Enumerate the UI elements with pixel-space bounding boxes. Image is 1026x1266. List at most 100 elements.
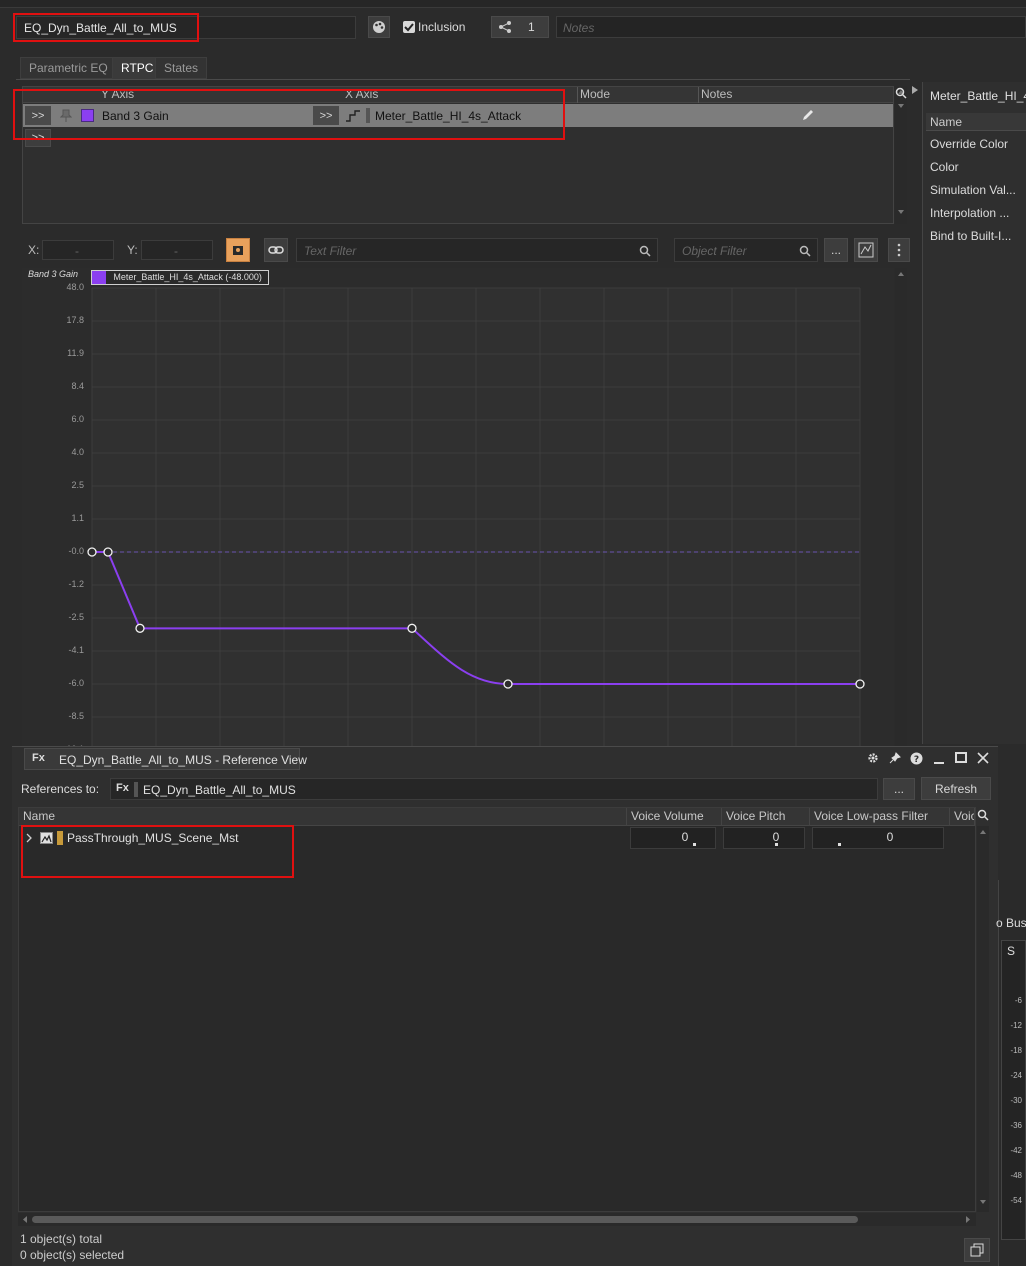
- y-axis-color-swatch: [81, 109, 94, 122]
- share-button[interactable]: 1: [491, 16, 549, 38]
- y-coord-field[interactable]: -: [141, 240, 213, 260]
- prop-override-color[interactable]: Override Color: [930, 137, 1020, 151]
- object-name-field[interactable]: EQ_Dyn_Battle_All_to_MUS: [16, 16, 356, 39]
- curve-point[interactable]: [407, 623, 417, 633]
- link-button[interactable]: [264, 238, 288, 262]
- status-selected: 0 object(s) selected: [20, 1248, 125, 1262]
- voice-volume-value: 0: [681, 830, 689, 844]
- voice-lowpass-slider[interactable]: 0: [812, 827, 944, 849]
- properties-title: Meter_Battle_HI_4s: [930, 89, 1026, 103]
- text-filter-input[interactable]: Text Filter: [296, 238, 658, 262]
- expand-chevron-icon[interactable]: [25, 833, 33, 843]
- notes-field[interactable]: Notes: [556, 16, 1026, 38]
- copy-button[interactable]: [964, 1238, 990, 1262]
- col-voice-truncated[interactable]: Voic: [950, 808, 975, 826]
- y-axis-expand-button[interactable]: >>: [25, 106, 51, 125]
- col-voice-lowpass[interactable]: Voice Low-pass Filter: [810, 808, 950, 826]
- palette-icon: [373, 21, 385, 33]
- refresh-button[interactable]: Refresh: [921, 777, 991, 800]
- col-voice-volume[interactable]: Voice Volume: [627, 808, 722, 826]
- voice-lowpass-knob[interactable]: [838, 843, 841, 846]
- voice-volume-slider[interactable]: 0: [630, 827, 716, 849]
- graph-scrollbar[interactable]: [895, 268, 907, 746]
- maximize-icon[interactable]: [955, 752, 967, 763]
- reference-vscroll[interactable]: [977, 826, 989, 1212]
- x-coord-field[interactable]: -: [42, 240, 114, 260]
- object-filter-more-button[interactable]: ...: [824, 238, 848, 262]
- top-strip: [0, 0, 1026, 8]
- text-filter-search-icon: [639, 245, 651, 257]
- status-total: 1 object(s) total: [20, 1232, 103, 1246]
- curve-point[interactable]: [135, 623, 145, 633]
- col-name[interactable]: Name: [19, 808, 627, 826]
- link-icon: [268, 246, 284, 254]
- references-browse-button[interactable]: ...: [883, 778, 915, 800]
- prop-simulation-value[interactable]: Simulation Val...: [930, 183, 1020, 197]
- fx-icon: Fx: [32, 752, 45, 764]
- rtpc-scrollbar[interactable]: [895, 86, 907, 224]
- more-vertical-icon: [897, 243, 901, 257]
- graph-view-icon: [858, 242, 874, 258]
- meter-tick-label: -24: [1010, 1071, 1022, 1080]
- graph-view-button[interactable]: [854, 238, 878, 262]
- voice-pitch-value: 0: [772, 830, 780, 844]
- meter-tick-label: -18: [1010, 1046, 1022, 1055]
- minimize-icon[interactable]: [934, 762, 944, 764]
- reference-view-tab[interactable]: Fx EQ_Dyn_Battle_All_to_MUS - Reference …: [24, 748, 307, 770]
- close-icon[interactable]: [977, 752, 989, 764]
- edit-pencil-icon[interactable]: [801, 108, 815, 122]
- meter-channel-label: S: [1007, 944, 1016, 958]
- tab-underline: [16, 79, 910, 80]
- share-count: 1: [528, 20, 535, 34]
- meter-tick-label: -6: [1014, 996, 1022, 1005]
- expand-right-arrow-icon[interactable]: [910, 85, 920, 95]
- hscroll-thumb[interactable]: [32, 1216, 858, 1223]
- copy-icon: [970, 1243, 984, 1257]
- rtpc-table: Y Axis X Axis Mode Notes >> Band 3 Gain …: [22, 86, 894, 224]
- voice-pitch-slider[interactable]: 0: [723, 827, 805, 849]
- bus-icon: [40, 832, 53, 844]
- meter-box: [1001, 940, 1026, 1240]
- graph-area[interactable]: Band 3 Gain Meter_Battle_HI_4s_Attack (-…: [22, 268, 894, 754]
- tab-states[interactable]: States: [155, 57, 208, 79]
- voice-lowpass-value: 0: [886, 830, 894, 844]
- snap-button[interactable]: [226, 238, 250, 262]
- tab-parametric-eq[interactable]: Parametric EQ: [20, 57, 117, 79]
- prop-bind-to-built-in[interactable]: Bind to Built-I...: [930, 229, 1020, 243]
- rtpc-search-icon[interactable]: [895, 87, 907, 99]
- reference-list: [18, 807, 976, 1212]
- pin-panel-icon[interactable]: [889, 752, 901, 764]
- bus-glyph-icon: [41, 834, 52, 843]
- curve-point[interactable]: [855, 679, 865, 689]
- col-notes: Notes: [698, 87, 732, 103]
- voice-volume-knob[interactable]: [693, 843, 696, 846]
- reference-search-icon[interactable]: [977, 809, 989, 821]
- col-voice-pitch[interactable]: Voice Pitch: [722, 808, 810, 826]
- svg-text:?: ?: [914, 755, 919, 765]
- y-coord-label: Y:: [127, 243, 138, 257]
- references-to-field[interactable]: Fx EQ_Dyn_Battle_All_to_MUS: [110, 778, 878, 800]
- color-palette-button[interactable]: [368, 16, 390, 38]
- notes-placeholder: Notes: [563, 21, 595, 35]
- pin-icon[interactable]: [60, 109, 72, 123]
- reference-hscroll[interactable]: [18, 1213, 976, 1226]
- x-coord-value: -: [75, 244, 79, 258]
- voice-pitch-knob[interactable]: [775, 843, 778, 846]
- curve-point[interactable]: [503, 679, 513, 689]
- inclusion-checkbox[interactable]: [403, 21, 415, 33]
- curve-point[interactable]: [103, 547, 113, 557]
- settings-gear-icon[interactable]: [867, 752, 879, 764]
- graph-options-button[interactable]: [888, 238, 910, 262]
- object-filter-input[interactable]: Object Filter: [674, 238, 818, 262]
- empty-row-expand-button[interactable]: >>: [25, 129, 51, 147]
- x-axis-expand-button[interactable]: >>: [313, 106, 339, 125]
- prop-interpolation[interactable]: Interpolation ...: [930, 206, 1020, 220]
- curve-point[interactable]: [87, 547, 97, 557]
- curve-plot[interactable]: [22, 268, 894, 746]
- object-name-text: EQ_Dyn_Battle_All_to_MUS: [24, 21, 177, 35]
- prop-color[interactable]: Color: [930, 160, 1020, 174]
- rtpc-row[interactable]: >> Band 3 Gain >> Meter_Battle_HI_4s_Att…: [23, 104, 893, 127]
- check-icon: [404, 23, 414, 32]
- help-icon[interactable]: ?: [910, 752, 923, 765]
- references-to-label: References to:: [21, 782, 100, 796]
